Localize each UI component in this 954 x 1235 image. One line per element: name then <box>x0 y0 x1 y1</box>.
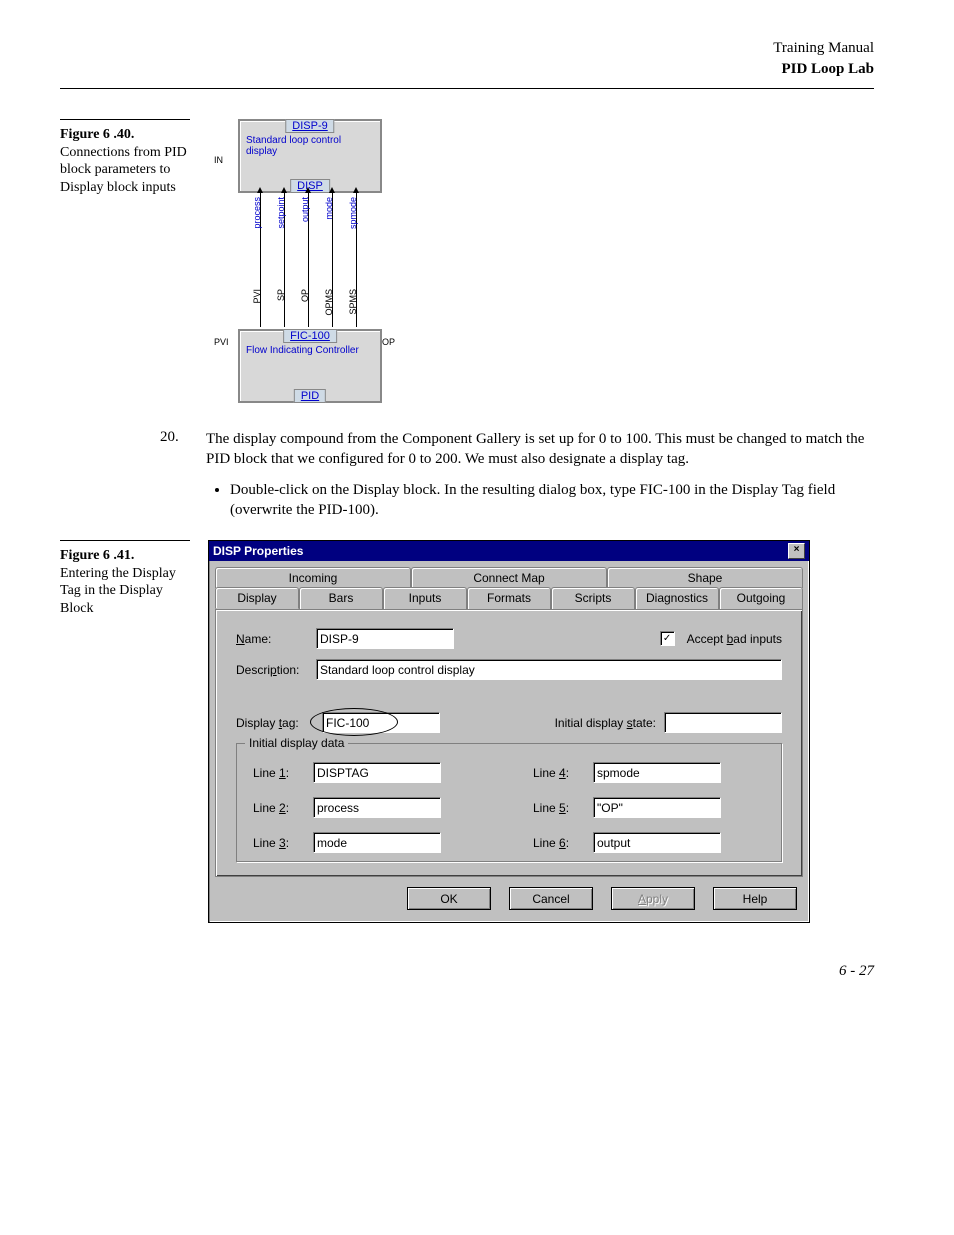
tab-display[interactable]: Display <box>215 587 299 609</box>
line4-field[interactable] <box>593 762 721 783</box>
bot-port-op: OP <box>300 289 310 302</box>
help-button[interactable]: Help <box>713 887 797 910</box>
top-port-spmode: spmode <box>348 197 358 229</box>
tab-outgoing[interactable]: Outgoing <box>719 587 803 609</box>
display-tag-field[interactable] <box>322 712 440 733</box>
dialog-title: DISP Properties <box>213 544 303 558</box>
line5-label: Line 5: <box>533 801 593 815</box>
figure-41-caption: Figure 6 .41. Entering the Display Tag i… <box>60 540 190 617</box>
initial-display-data-fieldset: Initial display data Line 1: Line 4: Lin… <box>236 743 782 862</box>
display-tag-label: Display tag: <box>236 716 314 730</box>
tab-inputs[interactable]: Inputs <box>383 587 467 609</box>
top-port-output: output <box>300 197 310 222</box>
name-field[interactable] <box>316 628 454 649</box>
step-text: The display compound from the Component … <box>206 429 874 470</box>
step-number: 20. <box>160 429 190 470</box>
close-icon[interactable]: × <box>788 543 805 559</box>
top-port-mode: mode <box>324 197 334 220</box>
line2-label: Line 2: <box>253 801 313 815</box>
bot-port-pvi: PVI <box>252 289 262 304</box>
line4-label: Line 4: <box>533 766 593 780</box>
line2-field[interactable] <box>313 797 441 818</box>
line6-field[interactable] <box>593 832 721 853</box>
figure-41-text: Entering the Display Tag in the Display … <box>60 566 176 616</box>
figure-40-text: Connections from PID block parameters to… <box>60 145 187 195</box>
pid-block-desc: Flow Indicating Controller <box>246 345 374 356</box>
header-line1: Training Manual <box>60 40 874 57</box>
ok-button[interactable]: OK <box>407 887 491 910</box>
disp-properties-dialog: DISP Properties × Incoming Connect Map S… <box>208 540 810 923</box>
description-field[interactable] <box>316 659 782 680</box>
page-number: 6 - 27 <box>60 963 874 980</box>
line5-field[interactable] <box>593 797 721 818</box>
line3-field[interactable] <box>313 832 441 853</box>
tab-bars[interactable]: Bars <box>299 587 383 609</box>
top-port-process: process <box>252 197 262 229</box>
bot-port-spms: SPMS <box>348 289 358 315</box>
initial-state-field[interactable] <box>664 712 782 733</box>
accept-bad-label: Accept bad inputs <box>687 632 782 646</box>
tab-connect-map[interactable]: Connect Map <box>411 567 607 588</box>
tab-diagnostics[interactable]: Diagnostics <box>635 587 719 609</box>
figure-40-title: Figure 6 .40. <box>60 127 134 142</box>
figure-41-title: Figure 6 .41. <box>60 548 134 563</box>
pid-block: FIC-100 Flow Indicating Controller PID <box>238 329 382 403</box>
dialog-titlebar: DISP Properties × <box>209 541 809 561</box>
line1-field[interactable] <box>313 762 441 783</box>
header-rule <box>60 88 874 89</box>
description-label: Description: <box>236 663 308 677</box>
top-port-setpoint: setpoint <box>276 197 286 229</box>
disp-block-desc: Standard loop control display <box>246 135 374 157</box>
line6-label: Line 6: <box>533 836 593 850</box>
disp-block-title: DISP-9 <box>285 119 334 133</box>
bot-port-opms: OPMS <box>324 289 334 316</box>
cancel-button[interactable]: Cancel <box>509 887 593 910</box>
figure-40-caption: Figure 6 .40. Connections from PID block… <box>60 119 190 196</box>
header-line2: PID Loop Lab <box>60 61 874 78</box>
fieldset-legend: Initial display data <box>245 736 348 750</box>
line1-label: Line 1: <box>253 766 313 780</box>
in-label: IN <box>214 155 223 165</box>
tab-shape[interactable]: Shape <box>607 567 803 588</box>
initial-state-label: Initial display state: <box>555 716 656 730</box>
disp-block: DISP-9 Standard loop control display DIS… <box>238 119 382 193</box>
accept-bad-checkbox[interactable]: ✓ <box>660 631 675 646</box>
tab-formats[interactable]: Formats <box>467 587 551 609</box>
step-bullet: Double-click on the Display block. In th… <box>230 480 874 521</box>
tab-scripts[interactable]: Scripts <box>551 587 635 609</box>
line3-label: Line 3: <box>253 836 313 850</box>
block-diagram: DISP-9 Standard loop control display DIS… <box>208 119 408 409</box>
tab-incoming[interactable]: Incoming <box>215 567 411 588</box>
bot-port-sp: SP <box>276 289 286 301</box>
pvi-label: PVI <box>214 337 229 347</box>
op-label: OP <box>382 337 395 347</box>
pid-block-tag: PID <box>294 389 326 403</box>
apply-button[interactable]: Apply <box>611 887 695 910</box>
name-label: Name: <box>236 632 308 646</box>
pid-block-title: FIC-100 <box>283 329 337 343</box>
